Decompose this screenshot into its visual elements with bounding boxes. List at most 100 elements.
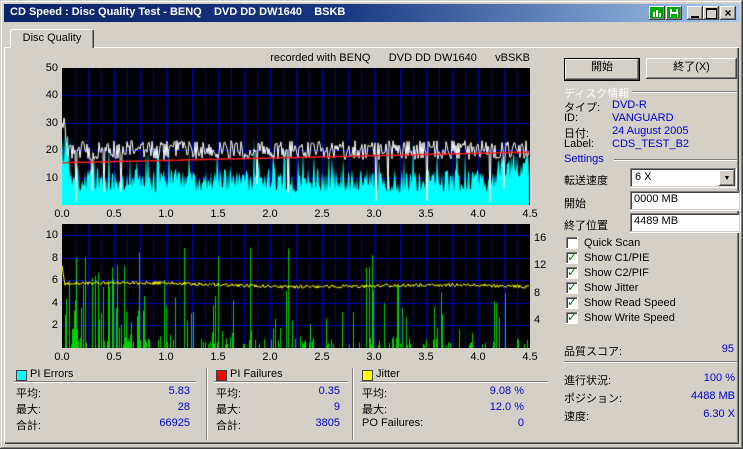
disc-label-value: CDS_TEST_B2 (612, 138, 690, 150)
x-axis-tick-label: 2.0 (262, 208, 278, 220)
pi-failures-jitter-chart-canvas (62, 224, 530, 348)
check-icon: ✓ (567, 295, 578, 309)
start-pos-input[interactable]: 0000 MB (630, 191, 741, 211)
divider (214, 381, 348, 383)
x-axis-tick-label: 3.5 (418, 208, 434, 220)
y-axis-tick-label: 50 (45, 62, 58, 74)
x-axis-tick-label: 2.5 (314, 351, 330, 363)
stat-label: 平均: (16, 388, 42, 400)
progress-label: 進行状況: (564, 375, 612, 387)
cdspeed-window: CD Speed : Disc Quality Test - BENQ DVD … (0, 0, 743, 449)
y-axis-tick-label: 8 (51, 251, 58, 264)
chart-recorded-with-text: recorded with BENQ DVD DD DW1640 vBSKB (270, 52, 530, 64)
chart-icon-button[interactable] (649, 6, 665, 20)
x-axis-tick-label: 2.0 (262, 351, 278, 363)
floppy-icon (670, 9, 678, 17)
checkbox-label[interactable]: Show Jitter (584, 282, 638, 294)
y-axis-tick-label: 2 (51, 319, 58, 332)
x-axis-tick-label: 0.5 (106, 208, 122, 220)
start-button[interactable]: 開始 (564, 58, 640, 81)
y-axis-tick-label: 20 (45, 144, 58, 157)
x-axis-tick-label: 3.0 (366, 351, 382, 363)
stat-value: 28 (177, 401, 190, 413)
checkbox-box[interactable]: ✓ (566, 237, 578, 249)
position-value: 4488 MB (690, 390, 735, 402)
speed-status-value: 6.30 X (703, 408, 735, 420)
checkbox-box[interactable]: ✓ (566, 310, 578, 324)
stat-value: 0 (517, 417, 524, 429)
disc-label-label: Label: (564, 138, 594, 150)
divider (360, 381, 548, 383)
window-title: CD Speed : Disc Quality Test - BENQ DVD … (10, 6, 346, 18)
check-icon: ✓ (567, 280, 578, 294)
legend-divider (206, 368, 208, 440)
stat-label: 合計: (216, 420, 242, 432)
legend-title: Jitter (376, 368, 400, 380)
stat-label: 最大: (216, 404, 242, 416)
x-axis-tick-label: 1.5 (210, 208, 226, 220)
stat-label: 最大: (16, 404, 42, 416)
quality-score-label: 品質スコア: (564, 346, 623, 358)
divider (614, 159, 737, 161)
stat-value: 9.08 % (489, 385, 524, 397)
titlebar[interactable]: CD Speed : Disc Quality Test - BENQ DVD … (4, 4, 739, 22)
y-axis-right-tick-label: 8 (534, 286, 541, 299)
disc-type-value: DVD-R (612, 99, 647, 111)
checkbox-label[interactable]: Show C2/PIF (584, 267, 649, 279)
stat-label: 最大: (362, 404, 388, 416)
maximize-icon (705, 7, 717, 19)
x-axis-tick-label: 1.0 (158, 351, 174, 363)
legend-divider (352, 368, 354, 440)
close-button[interactable]: × (720, 6, 736, 20)
stat-label: 平均: (216, 388, 242, 400)
stat-value: 12.0 % (489, 401, 524, 413)
pi-failures-color-swatch (216, 370, 227, 381)
checkbox-box[interactable]: ✓ (566, 250, 578, 264)
speed-select[interactable]: 6 X ▼ (630, 168, 737, 188)
tab-disc-quality[interactable]: Disc Quality (10, 29, 94, 48)
close-icon: × (724, 6, 732, 20)
pi-errors-color-swatch (16, 370, 27, 381)
save-icon-button[interactable] (666, 6, 682, 20)
maximize-button[interactable] (703, 6, 719, 20)
checkbox-label[interactable]: Show Write Speed (584, 312, 675, 324)
x-axis-tick-label: 4.0 (470, 208, 486, 220)
settings-header: Settings (564, 153, 604, 165)
y-axis-right-tick-label: 16 (534, 231, 547, 244)
minimize-icon (691, 15, 699, 18)
legend-title: PI Failures (230, 368, 283, 380)
x-axis-tick-label: 0.0 (54, 351, 70, 363)
y-axis-tick-label: 6 (51, 274, 58, 287)
minimize-button[interactable] (687, 6, 703, 20)
exit-button[interactable]: 終了(X) (646, 58, 737, 79)
x-axis-tick-label: 4.5 (522, 208, 538, 220)
chevron-down-icon[interactable]: ▼ (719, 170, 735, 186)
x-axis-tick-label: 4.0 (470, 351, 486, 363)
disc-quality-tab-page: recorded with BENQ DVD DD DW1640 vBSKB P… (4, 47, 741, 444)
check-icon: ✓ (567, 310, 578, 324)
stat-value: 0.35 (318, 385, 340, 397)
checkbox-label[interactable]: Show C1/PIE (584, 252, 649, 264)
divider (564, 361, 737, 363)
checkbox-label[interactable]: Show Read Speed (584, 297, 676, 309)
y-axis-tick-label: 10 (45, 229, 58, 242)
checkbox-label[interactable]: Quick Scan (584, 237, 640, 249)
disc-id-value: VANGUARD (612, 112, 674, 124)
speed-select-label: 転送速度 (564, 175, 608, 187)
pi-errors-chart-canvas (62, 68, 530, 205)
x-axis-tick-label: 0.0 (54, 208, 70, 220)
checkbox-box[interactable]: ✓ (566, 295, 578, 309)
disc-id-label: ID: (564, 112, 579, 124)
check-icon: ✓ (567, 250, 578, 264)
stat-value: 66925 (159, 417, 190, 429)
end-pos-input[interactable]: 4489 MB (630, 213, 741, 233)
jitter-color-swatch (362, 370, 373, 381)
divider (14, 381, 196, 383)
x-axis-tick-label: 0.5 (106, 351, 122, 363)
divider (632, 91, 737, 93)
checkbox-box[interactable]: ✓ (566, 265, 578, 279)
x-axis-tick-label: 3.5 (418, 351, 434, 363)
stat-value: 9 (333, 401, 340, 413)
checkbox-box[interactable]: ✓ (566, 280, 578, 294)
stat-label: 平均: (362, 388, 388, 400)
